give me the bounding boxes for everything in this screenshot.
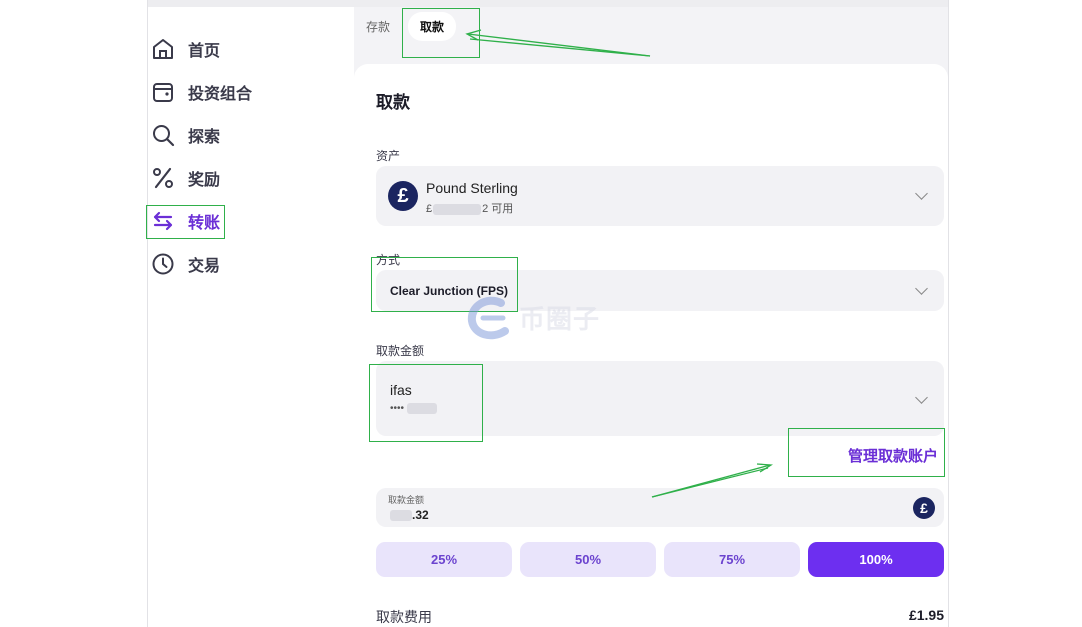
sidebar-item-trade[interactable]: 交易: [148, 248, 220, 280]
masked-balance: [433, 203, 482, 215]
app-window: 首页 投资组合 探索 奖励 转账 交易 存款 取款 取款 资产 £ Pound …: [147, 0, 949, 627]
account-number-dots: ••••: [390, 403, 407, 415]
asset-name: Pound Sterling: [426, 180, 518, 196]
percent-25-button[interactable]: 25%: [376, 542, 512, 577]
sidebar-item-portfolio[interactable]: 投资组合: [148, 76, 252, 108]
transfer-arrows-icon: [153, 211, 173, 231]
search-icon: [153, 125, 175, 147]
wallet-icon: [153, 83, 173, 102]
sidebar-item-label: 转账: [188, 215, 221, 232]
chevron-down-icon: [915, 282, 928, 295]
sidebar-item-label: 探索: [188, 129, 221, 146]
percent-75-button[interactable]: 75%: [664, 542, 800, 577]
percent-50-button[interactable]: 50%: [520, 542, 656, 577]
method-select[interactable]: Clear Junction (FPS): [376, 270, 944, 311]
pound-coin-icon: £: [388, 181, 418, 211]
tab-withdraw[interactable]: 取款: [408, 11, 457, 41]
window-top-strip: [148, 0, 948, 7]
sidebar-item-label: 奖励: [188, 172, 221, 189]
sidebar-item-label: 交易: [188, 258, 221, 275]
transfer-tabs: 存款 取款: [354, 10, 466, 42]
method-value: Clear Junction (FPS): [390, 284, 509, 298]
method-label: 方式: [376, 253, 401, 267]
clock-icon: [152, 253, 174, 275]
balance-currency: £: [426, 203, 433, 215]
amount-input-label: 取款金额: [388, 495, 425, 505]
amount-value: .32: [390, 508, 429, 522]
sidebar-item-explore[interactable]: 探索: [148, 119, 220, 151]
masked-account-number: [406, 403, 437, 414]
manage-withdraw-accounts-link[interactable]: 管理取款账户: [848, 445, 938, 466]
account-label: 取款金额: [376, 344, 425, 358]
fee-label: 取款费用: [376, 609, 432, 625]
chevron-down-icon: [915, 187, 928, 200]
fee-value: £1.95: [908, 607, 944, 623]
amount-input[interactable]: 取款金额 .32 £: [376, 488, 944, 527]
balance-available: 2 可用: [482, 203, 514, 215]
sidebar-item-label: 首页: [188, 43, 221, 60]
asset-select[interactable]: £ Pound Sterling £2 可用: [376, 166, 944, 226]
sidebar-item-label: 投资组合: [188, 86, 253, 103]
page-title: 取款: [376, 93, 410, 112]
chevron-down-icon: [915, 391, 928, 404]
asset-label: 资产: [376, 149, 401, 163]
account-number: ••••: [390, 403, 437, 414]
home-icon: [153, 39, 173, 59]
tab-deposit[interactable]: 存款: [366, 18, 390, 35]
percent-100-button[interactable]: 100%: [808, 542, 944, 577]
account-name: ifas: [390, 382, 412, 398]
sidebar-item-home[interactable]: 首页: [148, 33, 220, 65]
asset-balance: £2 可用: [426, 200, 513, 216]
currency-icon: £: [913, 497, 935, 519]
sidebar-item-transfer[interactable]: 转账: [148, 205, 220, 237]
percent-icon: [153, 167, 173, 189]
sidebar-item-rewards[interactable]: 奖励: [148, 162, 220, 194]
account-select[interactable]: ifas ••••: [376, 361, 944, 436]
withdraw-card: 取款 资产 £ Pound Sterling £2 可用 方式 Clear Ju…: [354, 64, 948, 627]
amount-decimal: .32: [412, 508, 429, 522]
masked-amount: [390, 510, 412, 522]
